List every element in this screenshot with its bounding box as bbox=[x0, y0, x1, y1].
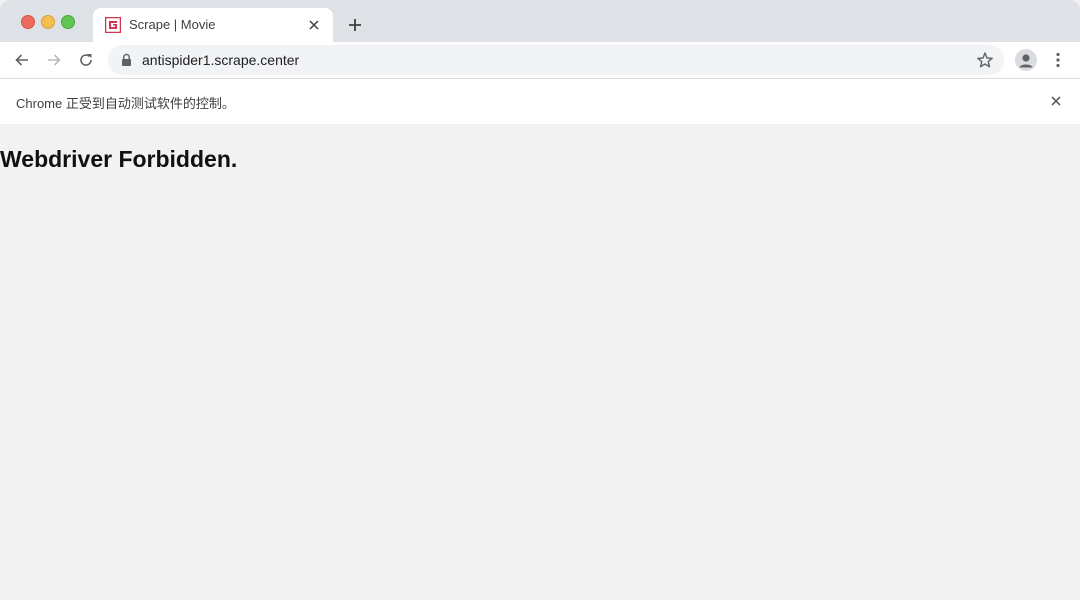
window-minimize-button[interactable] bbox=[41, 15, 55, 29]
tab-strip: Scrape | Movie bbox=[0, 0, 1080, 42]
close-icon bbox=[309, 20, 319, 30]
close-icon bbox=[1051, 96, 1061, 106]
window-maximize-button[interactable] bbox=[61, 15, 75, 29]
back-button[interactable] bbox=[10, 48, 34, 72]
forward-button[interactable] bbox=[42, 48, 66, 72]
automation-infobar: Chrome 正受到自动测试软件的控制。 bbox=[0, 78, 1080, 124]
scrape-logo-icon bbox=[105, 17, 121, 33]
new-tab-button[interactable] bbox=[344, 14, 366, 36]
tab-title: Scrape | Movie bbox=[129, 17, 216, 32]
infobar-message: Chrome 正受到自动测试软件的控制。 bbox=[16, 96, 235, 111]
reload-button[interactable] bbox=[74, 48, 98, 72]
page-content: Webdriver Forbidden. bbox=[0, 124, 1080, 600]
arrow-left-icon bbox=[15, 54, 28, 66]
infobar-close-button[interactable] bbox=[1048, 93, 1064, 109]
window-close-button[interactable] bbox=[21, 15, 35, 29]
browser-toolbar: antispider1.scrape.center bbox=[0, 42, 1080, 78]
reload-icon bbox=[80, 54, 92, 66]
menu-button[interactable] bbox=[1050, 49, 1066, 71]
plus-icon bbox=[349, 19, 361, 31]
tab-scrape-movie[interactable]: Scrape | Movie bbox=[93, 8, 333, 42]
arrow-right-icon bbox=[48, 54, 61, 66]
browser-window: Scrape | Movie antispider1.scrape.center… bbox=[0, 0, 1080, 600]
star-icon[interactable] bbox=[976, 51, 994, 69]
page-heading: Webdriver Forbidden. bbox=[0, 146, 238, 172]
kebab-menu-icon bbox=[1056, 52, 1060, 68]
profile-icon bbox=[1019, 54, 1033, 68]
address-bar[interactable]: antispider1.scrape.center bbox=[108, 45, 1004, 75]
tab-close-button[interactable] bbox=[305, 16, 323, 34]
url-text[interactable]: antispider1.scrape.center bbox=[142, 52, 299, 68]
profile-button[interactable] bbox=[1015, 49, 1037, 71]
lock-icon bbox=[122, 53, 131, 66]
